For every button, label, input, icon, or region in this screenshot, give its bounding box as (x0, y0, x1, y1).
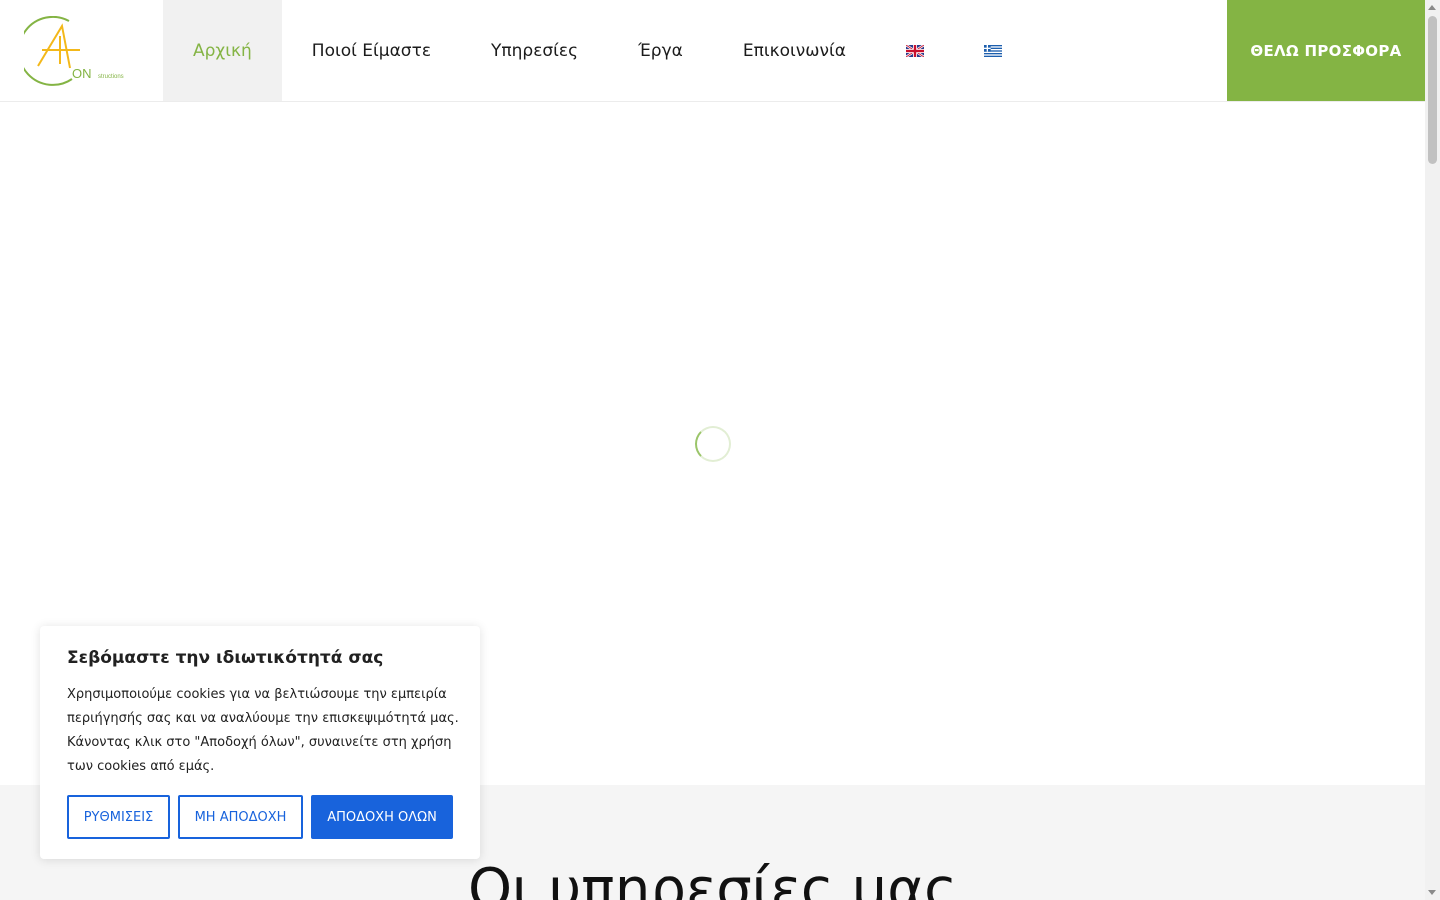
nav-item-about[interactable]: Ποιοί Είμαστε (282, 0, 461, 101)
request-quote-button[interactable]: ΘΕΛΩ ΠΡΟΣΦΟΡΑ (1227, 0, 1425, 101)
uk-flag-icon (905, 44, 924, 57)
nav-item-projects[interactable]: Έργα (608, 0, 713, 101)
services-title: Οι υπηρεσίες μας (467, 857, 958, 900)
cookie-settings-button[interactable]: ΡΥΘΜΙΣΕΙΣ (67, 795, 170, 839)
cookie-accept-all-button[interactable]: ΑΠΟΔΟΧΗ ΟΛΩΝ (311, 795, 453, 839)
loading-spinner-icon (695, 426, 731, 462)
nav-item-services[interactable]: Υπηρεσίες (461, 0, 608, 101)
svg-text:ON: ON (72, 66, 92, 81)
site-header: ON structions Αρχική Ποιοί Είμαστε Υπηρε… (0, 0, 1425, 102)
nav-item-home[interactable]: Αρχική (163, 0, 282, 101)
scroll-down-arrow-icon[interactable] (1428, 890, 1436, 895)
nav-item-contact[interactable]: Επικοινωνία (713, 0, 876, 101)
logo-icon: ON structions (24, 16, 124, 86)
site-logo[interactable]: ON structions (24, 16, 134, 86)
greece-flag-icon (983, 44, 1002, 57)
language-en[interactable] (876, 0, 954, 101)
cookie-consent-banner: Σεβόμαστε την ιδιωτικότητά σας Χρησιμοπο… (40, 626, 480, 859)
cookie-reject-button[interactable]: ΜΗ ΑΠΟΔΟΧΗ (178, 795, 303, 839)
scrollbar-thumb[interactable] (1428, 16, 1437, 164)
cookie-title: Σεβόμαστε την ιδιωτικότητά σας (67, 648, 384, 668)
main-nav: Αρχική Ποιοί Είμαστε Υπηρεσίες Έργα Επικ… (163, 0, 1032, 101)
language-el[interactable] (954, 0, 1032, 101)
scroll-up-arrow-icon[interactable] (1428, 5, 1436, 10)
page-scrollbar[interactable] (1425, 0, 1440, 900)
svg-text:structions: structions (98, 74, 124, 80)
cookie-description: Χρησιμοποιούμε cookies για να βελτιώσουμ… (67, 687, 459, 774)
